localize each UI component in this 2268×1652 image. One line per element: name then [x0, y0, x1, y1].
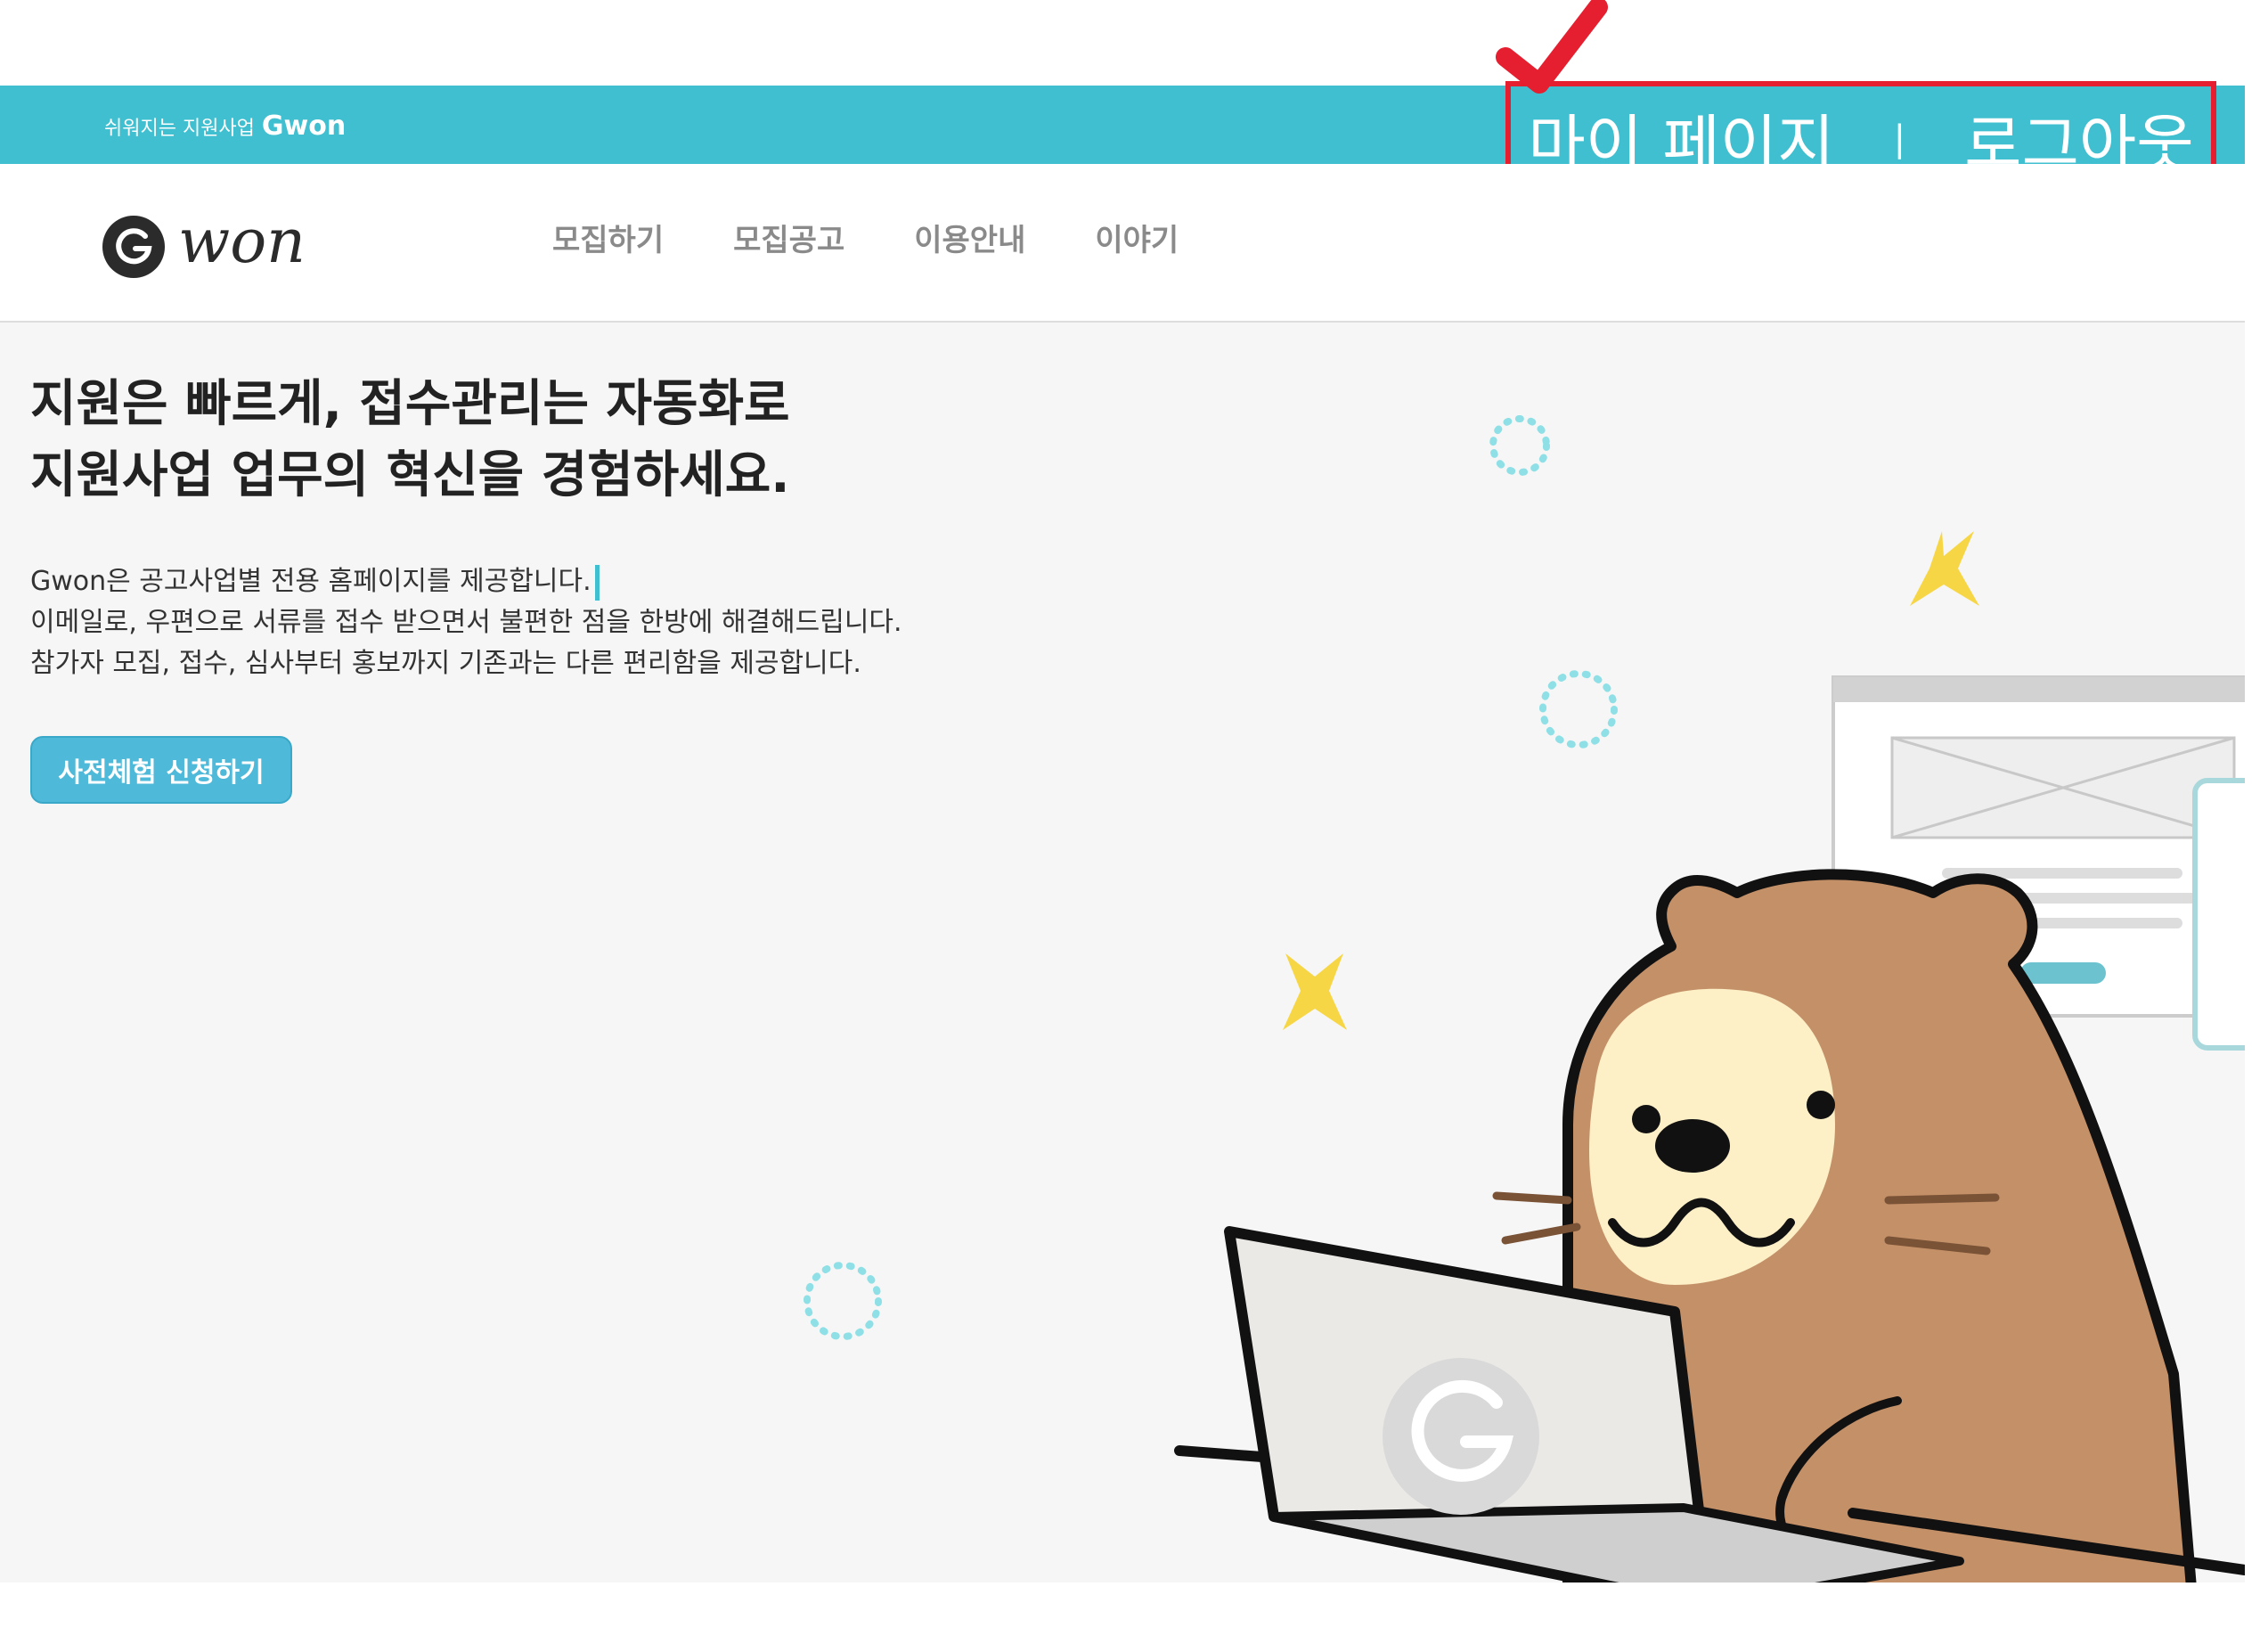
headline-line: 지원사업 업무의 혁신을 경험하세요. [30, 446, 790, 504]
page: 쉬워지는 지원사업 Gwon 마이 페이지 | 로그아웃 won 모집하기 모집공… [0, 0, 2245, 1652]
nav-item-stories[interactable]: 이야기 [1095, 214, 1179, 267]
logo[interactable]: won [102, 207, 342, 287]
headline-line: 지원은 빠르게, 접수관리는 자동화로 [30, 375, 790, 433]
tagline-brand: Gwon [261, 110, 347, 142]
description-line: 참가자 모집, 접수, 심사부터 홍보까지 기존과는 다른 편리함을 제공합니다… [30, 648, 861, 679]
text-cursor [594, 564, 600, 601]
description-line: 이메일로, 우편으로 서류를 접수 받으면서 불편한 점을 한방에 해결해드립니… [30, 607, 902, 638]
dotted-circle-decoration [1539, 670, 1618, 748]
dotted-circle-decoration [1489, 415, 1550, 476]
menu-separator: | [1893, 119, 1906, 159]
description-line: Gwon은 공고사업별 전용 홈페이지를 제공합니다. [30, 566, 591, 597]
dotted-circle-decoration [804, 1262, 882, 1340]
star-decoration [1283, 953, 1347, 1030]
hero-illustration [804, 415, 2245, 1582]
svg-text:won: won [178, 207, 306, 277]
main-nav: 모집하기 모집공고 이용안내 이야기 [552, 214, 1179, 267]
pre-experience-button[interactable]: 사전체험 신청하기 [30, 736, 292, 804]
nav-item-recruit[interactable]: 모집하기 [552, 214, 664, 267]
nav-item-notices[interactable]: 모집공고 [733, 214, 844, 267]
tagline: 쉬워지는 지원사업 Gwon [104, 110, 346, 145]
hero-description: Gwon은 공고사업별 전용 홈페이지를 제공합니다. 이메일로, 우편으로 서… [30, 561, 902, 684]
tagline-text: 쉬워지는 지원사업 [104, 118, 255, 140]
right-margin [2245, 0, 2268, 1652]
nav-item-guide[interactable]: 이용안내 [914, 214, 1025, 267]
check-icon [1496, 0, 1608, 94]
footer-spacer [0, 1582, 2245, 1652]
hero-headline: 지원은 빠르게, 접수관리는 자동화로 지원사업 업무의 혁신을 경험하세요. [30, 369, 790, 511]
hero-section [0, 323, 2245, 1582]
star-decoration [1910, 531, 1979, 606]
